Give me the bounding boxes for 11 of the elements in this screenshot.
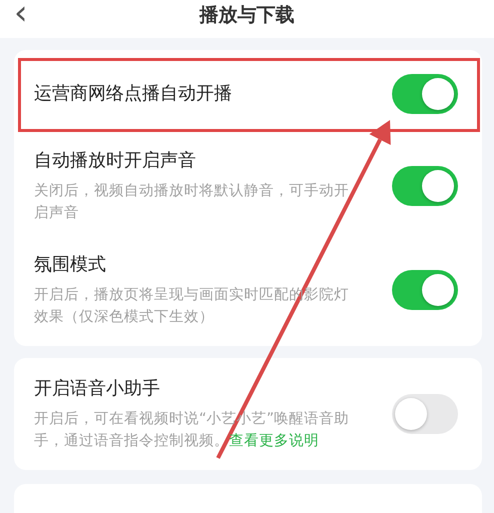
- toggle-switch[interactable]: [392, 270, 458, 310]
- setting-title: 开启语音小助手: [34, 377, 161, 401]
- toggle-switch[interactable]: [392, 166, 458, 206]
- setting-description: 关闭后，视频自动播放时将默认静音，可手动开启声音: [34, 182, 350, 223]
- toggle-switch[interactable]: [392, 394, 458, 434]
- setting-title: 氛围模式: [34, 253, 107, 277]
- toggle-switch[interactable]: [392, 74, 458, 114]
- setting-title: 运营商网络点播自动开播: [34, 82, 232, 106]
- page-title: 播放与下载: [200, 4, 294, 26]
- setting-title: 自动播放时开启声音: [34, 149, 197, 173]
- back-button[interactable]: ‹: [14, 0, 28, 30]
